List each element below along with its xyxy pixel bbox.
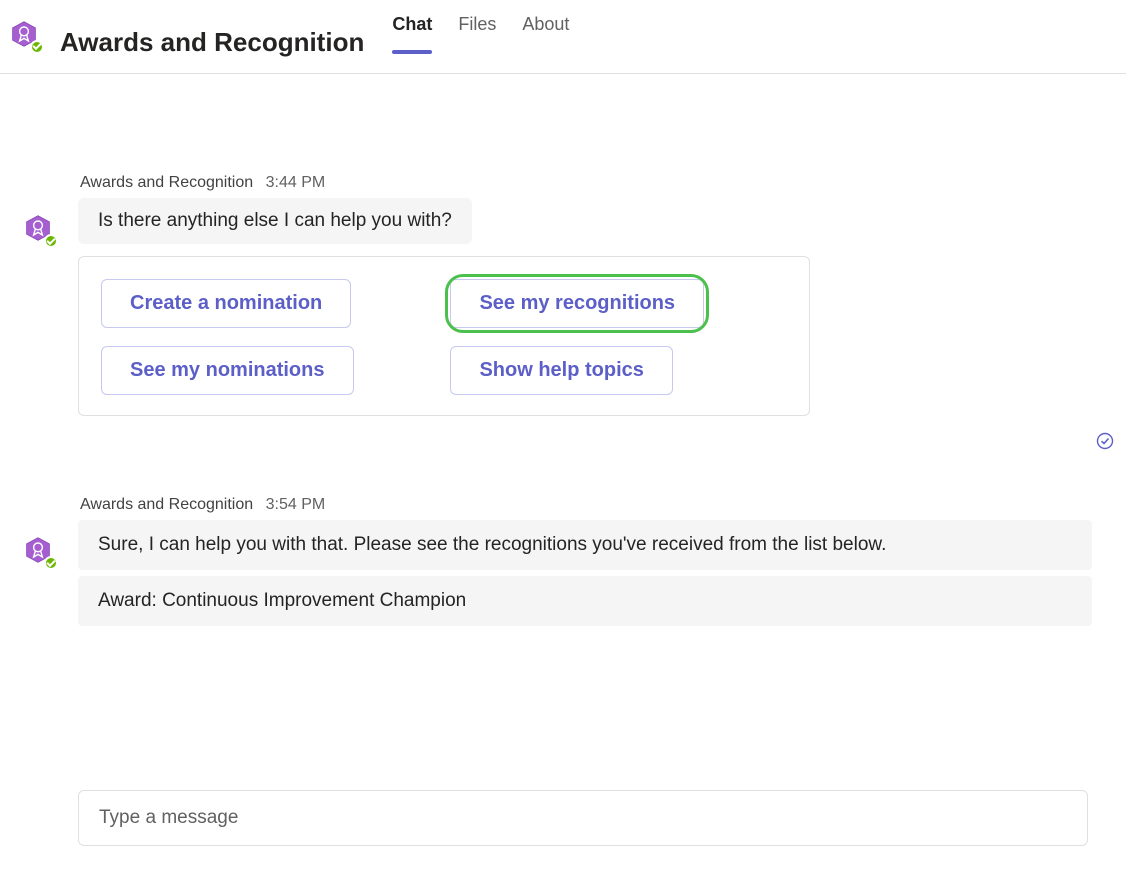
presence-available-icon: [30, 40, 44, 54]
tab-about[interactable]: About: [522, 14, 569, 53]
message-meta: Awards and Recognition 3:44 PM: [78, 174, 1092, 192]
see-my-recognitions-button[interactable]: See my recognitions: [450, 279, 704, 328]
presence-available-icon: [44, 556, 58, 570]
message-timestamp: 3:44 PM: [266, 174, 326, 191]
message-avatar: [24, 536, 56, 568]
award-line: Award: Continuous Improvement Champion: [78, 576, 1092, 626]
tab-row: Chat Files About: [392, 12, 569, 73]
see-my-nominations-button[interactable]: See my nominations: [101, 346, 354, 395]
message-input[interactable]: [78, 790, 1088, 846]
header-bar: Awards and Recognition Chat Files About: [0, 0, 1126, 74]
message-sender: Awards and Recognition: [80, 174, 253, 191]
message: Awards and Recognition 3:44 PM Is there …: [24, 174, 1092, 416]
message: Awards and Recognition 3:54 PM Sure, I c…: [24, 496, 1092, 626]
chat-scroll-area: Awards and Recognition 3:44 PM Is there …: [0, 74, 1126, 784]
message-timestamp: 3:54 PM: [266, 496, 326, 513]
message-sender: Awards and Recognition: [80, 496, 253, 513]
message-bubble: Is there anything else I can help you wi…: [78, 198, 472, 244]
action-card: Create a nomination See my recognitions …: [78, 256, 810, 416]
create-nomination-button[interactable]: Create a nomination: [101, 279, 351, 328]
tab-files[interactable]: Files: [458, 14, 496, 53]
read-receipt-icon: [1096, 432, 1114, 450]
tab-chat[interactable]: Chat: [392, 14, 432, 53]
page-title: Awards and Recognition: [60, 27, 364, 58]
show-help-topics-button[interactable]: Show help topics: [450, 346, 672, 395]
message-meta: Awards and Recognition 3:54 PM: [78, 496, 1092, 514]
message-avatar: [24, 214, 56, 246]
compose-area: [78, 790, 1088, 846]
message-bubble: Sure, I can help you with that. Please s…: [78, 520, 1092, 570]
app-avatar: [10, 20, 42, 52]
presence-available-icon: [44, 234, 58, 248]
